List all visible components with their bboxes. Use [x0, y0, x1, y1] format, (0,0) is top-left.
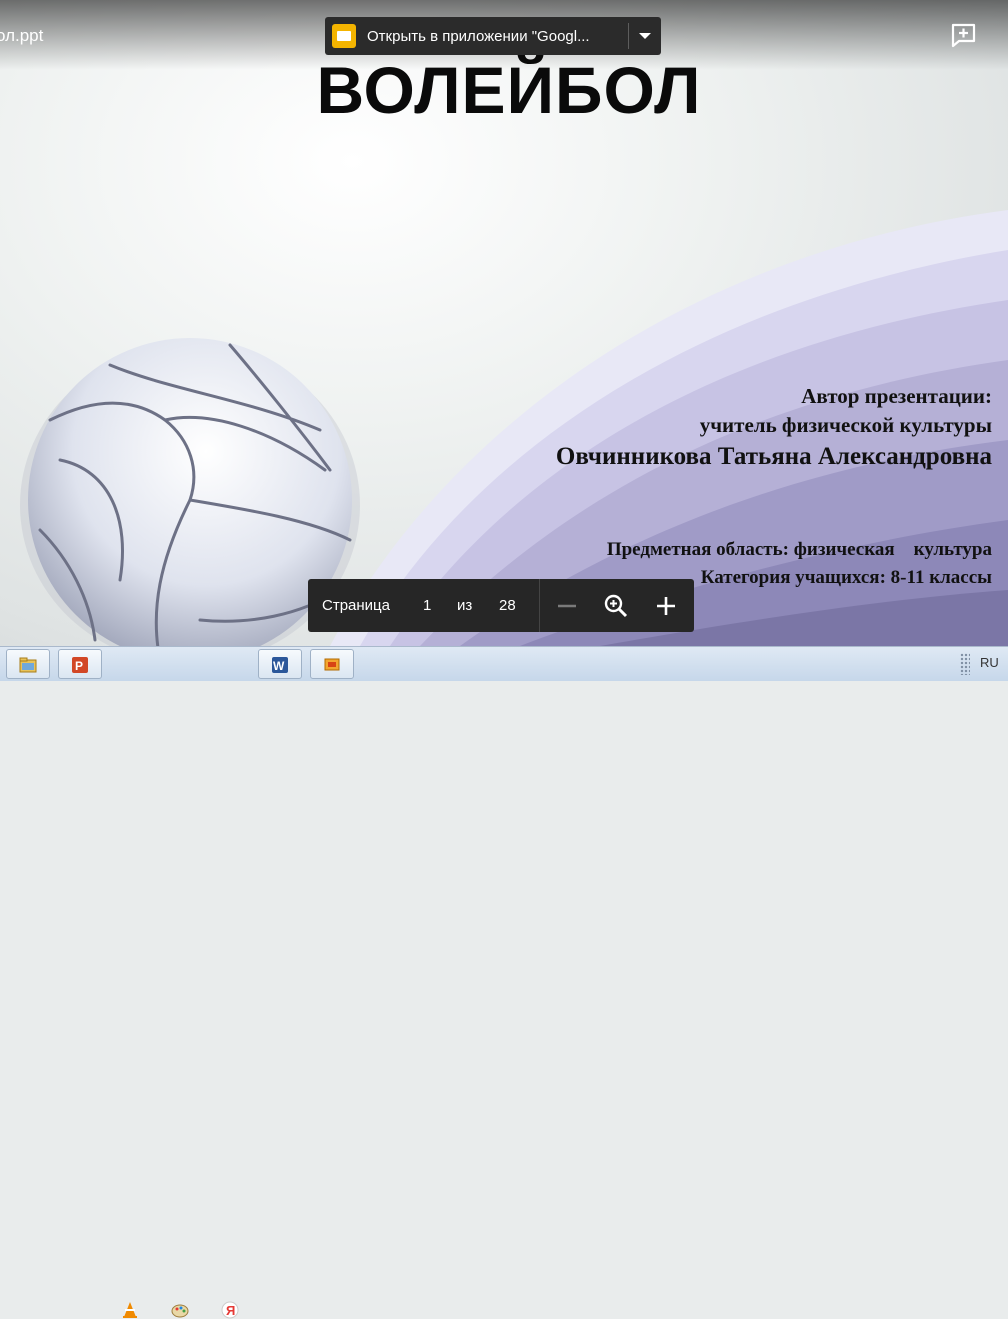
zoom-in-icon[interactable] [651, 591, 681, 621]
add-comment-icon[interactable] [950, 22, 977, 49]
current-page-number[interactable]: 1 [423, 597, 431, 614]
open-in-app-button[interactable]: Открыть в приложении "Googl... [325, 17, 661, 55]
total-pages: 28 [499, 597, 516, 614]
author-name: Овчинникова Татьяна Александровна [555, 443, 992, 470]
zoom-out-icon[interactable] [552, 591, 582, 621]
author-block: Автор презентации: учитель физической ку… [556, 382, 992, 473]
word-icon: W [272, 657, 288, 673]
slide-canvas: ВОЛЕЙБОЛ Автор презентации: учитель физи… [0, 0, 1008, 646]
zoom-fit-icon[interactable] [601, 591, 631, 621]
file-name: ол.ppt [0, 26, 44, 45]
svg-text:W: W [273, 659, 285, 673]
taskbar-explorer-button[interactable] [6, 649, 50, 679]
author-role: учитель физической культуры [699, 413, 992, 437]
pager-divider [539, 579, 540, 632]
svg-text:P: P [75, 659, 83, 673]
subject-area: Предметная область: физическая культура [606, 539, 992, 560]
yandex-browser-icon[interactable]: Я [221, 1301, 239, 1319]
taskbar-word-button[interactable]: W [258, 649, 302, 679]
open-in-app-label: Открыть в приложении "Googl... [367, 27, 590, 45]
taskbar-presentation-button[interactable] [310, 649, 354, 679]
svg-text:Я: Я [226, 1303, 235, 1318]
windows-taskbar: P Я W RU [0, 646, 1008, 1319]
powerpoint-icon: P [72, 657, 88, 673]
google-slides-icon [332, 24, 356, 48]
taskbar-powerpoint-button[interactable]: P [58, 649, 102, 679]
author-heading: Автор презентации: [801, 384, 992, 408]
language-indicator[interactable]: RU [980, 655, 999, 670]
open-with-dropdown[interactable] [629, 17, 661, 55]
page-label: Страница [322, 597, 390, 614]
of-label: из [457, 597, 473, 614]
slide-title: ВОЛЕЙБОЛ [316, 53, 702, 127]
chevron-down-icon [639, 33, 651, 39]
taskbar-grip[interactable] [960, 653, 970, 675]
folder-icon [19, 657, 37, 673]
presentation-icon [324, 658, 340, 671]
paint-icon[interactable] [171, 1301, 189, 1319]
vlc-icon[interactable] [121, 1301, 139, 1319]
page-navigation-bar: Страница 1 из 28 [308, 579, 694, 632]
